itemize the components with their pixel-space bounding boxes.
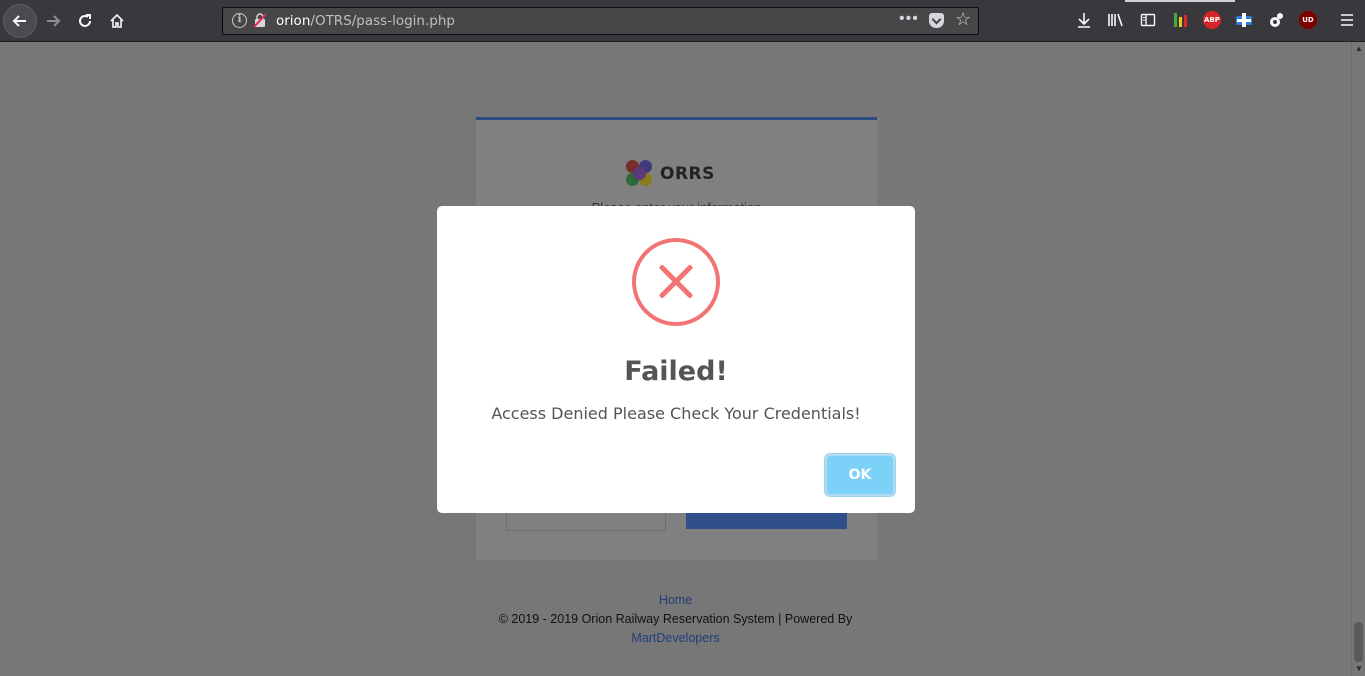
library-icon[interactable] (1107, 11, 1125, 29)
url-path: /OTRS/pass-login.php (310, 13, 455, 29)
sidebar-icon[interactable] (1139, 11, 1157, 29)
page-actions-icon[interactable]: ••• (899, 10, 919, 28)
scroll-up-arrow-icon[interactable]: ▲ (1355, 44, 1363, 53)
reload-icon (79, 14, 91, 27)
logo-flower-icon (626, 160, 654, 188)
extension-meter-icon[interactable] (1171, 11, 1189, 29)
pocket-icon[interactable] (929, 13, 944, 28)
home-button[interactable] (101, 5, 133, 37)
orrs-logo: ORRS (626, 160, 715, 188)
back-icon (12, 15, 26, 27)
insecure-lock-icon[interactable] (253, 13, 267, 28)
bookmark-star-icon[interactable]: ☆ (955, 9, 971, 30)
adblock-plus-icon[interactable]: ABP (1203, 11, 1221, 29)
scroll-thumb[interactable] (1354, 622, 1363, 662)
ok-button[interactable]: OK (825, 454, 895, 496)
reload-button[interactable] (69, 5, 101, 37)
home-icon (110, 13, 124, 28)
scrollbar[interactable]: ▲ ▼ (1351, 42, 1365, 676)
forward-button[interactable] (37, 5, 69, 37)
back-button[interactable] (3, 4, 37, 38)
url-text[interactable]: orion/OTRS/pass-login.php (276, 13, 455, 29)
developer-link[interactable]: MartDevelopers (0, 629, 1351, 648)
logo-text: ORRS (660, 164, 715, 184)
tab-indicator (1125, 0, 1235, 2)
extension-gnome-icon[interactable] (1267, 11, 1285, 29)
downloads-icon[interactable] (1075, 11, 1093, 29)
modal-message: Access Denied Please Check Your Credenti… (491, 404, 861, 423)
error-x-icon (632, 238, 720, 326)
copyright-text: © 2019 - 2019 Orion Railway Reservation … (498, 612, 853, 626)
url-host: orion (276, 13, 311, 29)
info-icon[interactable]: i (232, 13, 247, 28)
forward-icon (47, 15, 61, 27)
alert-modal: Failed! Access Denied Please Check Your … (437, 206, 915, 513)
extension-puzzle-icon[interactable] (1235, 11, 1253, 29)
browser-toolbar: i orion/OTRS/pass-login.php ••• ☆ ABP UD (0, 0, 1365, 42)
scroll-down-arrow-icon[interactable]: ▼ (1355, 664, 1363, 673)
menu-icon[interactable] (1338, 11, 1356, 29)
footer: Home © 2019 - 2019 Orion Railway Reserva… (0, 591, 1351, 648)
ublock-icon[interactable]: UD (1299, 11, 1317, 29)
modal-title: Failed! (624, 356, 728, 387)
url-bar[interactable]: i orion/OTRS/pass-login.php ••• ☆ (222, 7, 979, 35)
home-link[interactable]: Home (0, 591, 1351, 610)
